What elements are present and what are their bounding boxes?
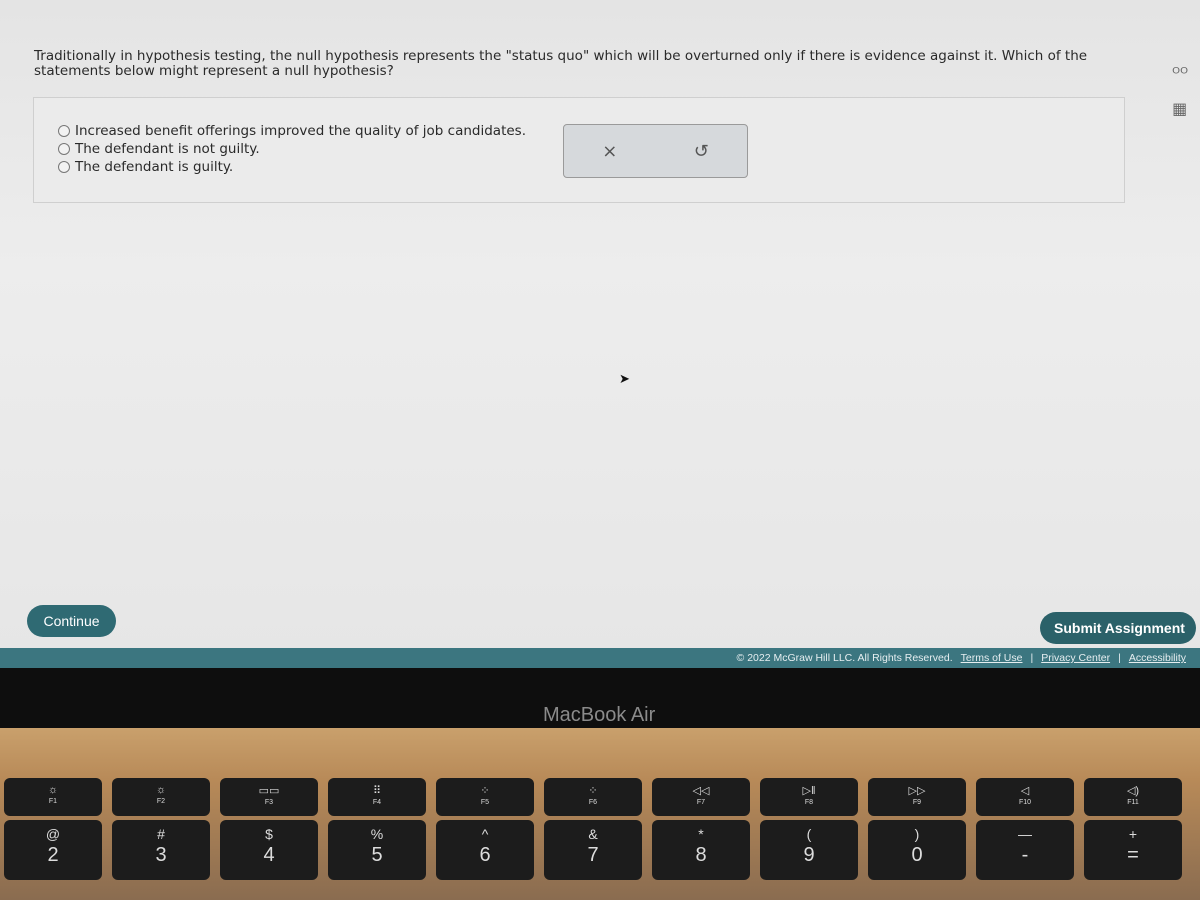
key-number: 0	[911, 844, 923, 866]
key-number: =	[1127, 844, 1139, 866]
key-number: -	[1021, 844, 1029, 866]
clear-icon[interactable]: ×	[602, 141, 617, 162]
key-3[interactable]: #3	[112, 820, 210, 880]
key-icon: ▷‖	[802, 785, 816, 797]
key-icon: ▭▭	[258, 785, 280, 797]
answer-box: Increased benefit offerings improved the…	[33, 97, 1125, 203]
key-icon: ◁)	[1126, 785, 1140, 797]
key-7[interactable]: & 7	[544, 820, 642, 880]
key-number: 3	[155, 844, 167, 866]
key-f3[interactable]: ▭▭ F3	[220, 778, 318, 816]
key-number: 5	[371, 844, 383, 866]
key-5[interactable]: % 5	[328, 820, 426, 880]
key-number: 6	[479, 844, 491, 866]
privacy-link[interactable]: Privacy Center	[1041, 652, 1110, 664]
terms-link[interactable]: Terms of Use	[961, 652, 1023, 664]
key-symbol: +	[1128, 826, 1138, 842]
mouse-cursor-icon: ➤	[619, 372, 630, 387]
radio-button[interactable]	[58, 143, 70, 155]
key-icon: ⁘	[588, 785, 598, 797]
key-symbol: )	[914, 826, 920, 842]
key-icon: ⁘	[480, 785, 490, 797]
key-f9[interactable]: ▷▷ F9	[868, 778, 966, 816]
key--[interactable]: — -	[976, 820, 1074, 880]
radio-button[interactable]	[58, 161, 70, 173]
radio-button[interactable]	[58, 125, 70, 137]
question-text: Traditionally in hypothesis testing, the…	[34, 48, 1088, 79]
key-symbol: @	[45, 826, 61, 842]
separator: |	[1118, 652, 1121, 664]
key-symbol: (	[806, 826, 812, 842]
key-f2[interactable]: ☼ F2	[112, 778, 210, 816]
key-label: F1	[48, 798, 58, 805]
submit-assignment-button[interactable]: Submit Assignment	[1040, 612, 1196, 644]
separator: |	[1030, 652, 1034, 664]
browser-screen: Traditionally in hypothesis testing, the…	[0, 0, 1200, 668]
continue-button[interactable]: Continue	[27, 605, 116, 637]
option-2[interactable]: The defendant is not guilty.	[58, 141, 260, 157]
key-f6[interactable]: ⁘ F6	[544, 778, 642, 816]
key-label: F3	[264, 799, 274, 806]
key-label: F5	[480, 799, 490, 806]
key-icon: ☼	[47, 784, 59, 796]
answer-tools: × ↺	[563, 124, 748, 178]
brand-label: MacBook Air	[543, 704, 656, 726]
key-label: F10	[1018, 799, 1032, 806]
option-1[interactable]: Increased benefit offerings improved the…	[58, 123, 526, 139]
key-icon: ⠿	[372, 785, 382, 797]
option-label: Increased benefit offerings improved the…	[75, 123, 527, 139]
key-symbol: *	[698, 826, 704, 842]
key-icon: ◁	[1020, 785, 1030, 797]
undo-icon[interactable]: ↺	[694, 141, 709, 162]
key-symbol: $	[265, 826, 273, 842]
key-f7[interactable]: ◁◁ F7	[652, 778, 750, 816]
key-2[interactable]: @2	[4, 820, 102, 880]
key-f8[interactable]: ▷‖ F8	[760, 778, 858, 816]
copyright: © 2022 McGraw Hill LLC. All Rights Reser…	[736, 652, 953, 664]
key-number: 9	[803, 844, 815, 866]
key-number: 4	[263, 844, 275, 866]
hint-icon[interactable]: ᴼᴼ	[1172, 64, 1188, 83]
key-f11[interactable]: ◁) F11	[1084, 778, 1182, 816]
key-label: F7	[696, 799, 706, 806]
key-icon: ◁◁	[692, 785, 710, 797]
calculator-icon[interactable]: ▦	[1172, 99, 1188, 118]
key-symbol: ^	[481, 826, 489, 842]
key-f1[interactable]: ☼ F1	[4, 778, 102, 816]
key-4[interactable]: $4	[220, 820, 318, 880]
key-label: F11	[1127, 799, 1139, 806]
key-8[interactable]: * 8	[652, 820, 750, 880]
footer: © 2022 McGraw Hill LLC. All Rights Reser…	[0, 648, 1200, 668]
key-symbol: #	[157, 826, 165, 842]
key-f5[interactable]: ⁘ F5	[436, 778, 534, 816]
key-number: 8	[695, 844, 707, 866]
key-label: F8	[804, 799, 814, 806]
key-label: F9	[912, 799, 922, 806]
key-0[interactable]: ) 0	[868, 820, 966, 880]
key-f10[interactable]: ◁ F10	[976, 778, 1074, 816]
key-6[interactable]: ^ 6	[436, 820, 534, 880]
key-symbol: %	[370, 826, 384, 842]
key-label: F2	[156, 798, 166, 805]
key-label: F4	[372, 799, 382, 806]
key-icon: ▷▷	[908, 785, 926, 797]
key-icon: ☼	[155, 784, 167, 796]
key-symbol: —	[1018, 826, 1032, 842]
key-f4[interactable]: ⠿ F4	[328, 778, 426, 816]
key-symbol: &	[588, 826, 598, 842]
key-label: F6	[588, 799, 598, 806]
key-number: 7	[587, 844, 599, 866]
key-number: 2	[47, 844, 59, 866]
key-=[interactable]: + =	[1084, 820, 1182, 880]
option-3[interactable]: The defendant is guilty.	[58, 159, 233, 175]
side-toolbar: ᴼᴼ ▦	[1172, 64, 1188, 118]
accessibility-link[interactable]: Accessibility	[1129, 652, 1186, 664]
key-9[interactable]: (9	[760, 820, 858, 880]
option-label: The defendant is guilty.	[75, 159, 234, 175]
option-label: The defendant is not guilty.	[75, 141, 260, 157]
